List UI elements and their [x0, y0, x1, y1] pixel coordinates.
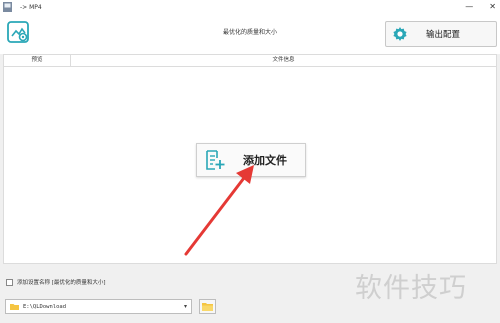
add-file-button[interactable]: 添加文件 — [196, 143, 306, 177]
gear-icon — [393, 27, 407, 41]
app-icon — [3, 2, 12, 12]
add-name-label: 添加设置名称 [最优化的质量和大小] — [17, 280, 106, 286]
add-name-checkbox[interactable] — [6, 278, 13, 286]
add-file-label: 添加文件 — [243, 154, 287, 167]
folder-icon — [202, 303, 213, 311]
title-bar: -> MP4 — ✕ — [0, 0, 500, 14]
column-file-info[interactable]: 文件信息 — [71, 55, 496, 66]
window-title: -> MP4 — [20, 3, 42, 11]
output-config-label: 输出配置 — [426, 30, 461, 40]
add-name-row: 添加设置名称 [最优化的质量和大小] — [6, 278, 106, 286]
chevron-down-icon: ▾ — [183, 303, 187, 310]
file-add-icon — [206, 150, 225, 170]
app-logo-icon — [7, 21, 29, 43]
output-path-value: E:\QLDownload — [23, 303, 67, 310]
close-button[interactable]: ✕ — [489, 0, 496, 14]
output-path-select[interactable]: E:\QLDownload ▾ — [5, 299, 192, 314]
output-config-button[interactable]: 输出配置 — [385, 21, 497, 47]
browse-folder-button[interactable] — [199, 299, 216, 314]
watermark: 软件技巧 — [355, 273, 467, 304]
table-header: 预览 文件信息 — [4, 55, 496, 67]
folder-icon — [10, 304, 19, 310]
minimize-button[interactable]: — — [465, 0, 473, 14]
profile-title: 最优化的质量和大小 — [222, 29, 277, 36]
column-preview[interactable]: 预览 — [4, 55, 71, 66]
header: 最优化的质量和大小 输出配置 — [0, 14, 500, 54]
